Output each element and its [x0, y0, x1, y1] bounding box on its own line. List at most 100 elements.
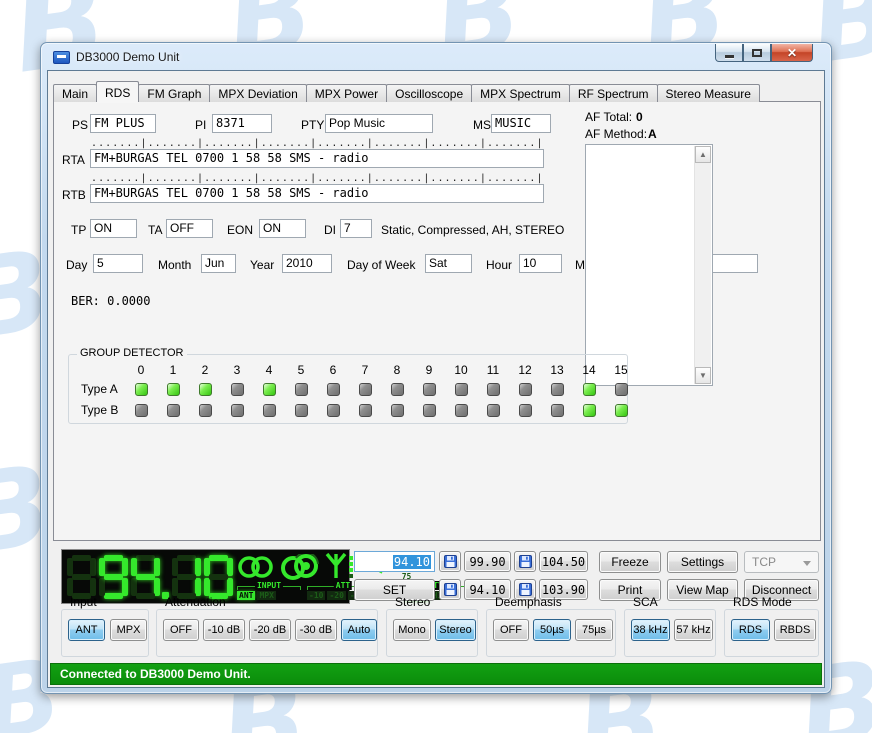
led-typeA-3 — [231, 383, 244, 396]
ms-field[interactable]: MUSIC — [491, 114, 551, 133]
save-preset-1-button[interactable] — [439, 551, 461, 572]
scroll-up-icon[interactable]: ▲ — [695, 146, 711, 163]
gd-row-label: Type A — [75, 379, 125, 400]
deemph-off-button[interactable]: OFF — [493, 619, 529, 641]
led-typeB-5 — [295, 404, 308, 417]
day-field[interactable]: 5 — [93, 254, 143, 273]
af-total-label: AF Total: — [585, 110, 632, 124]
att-10db-button[interactable]: -10 dB — [203, 619, 245, 641]
deemph-75us-button[interactable]: 75µs — [575, 619, 613, 641]
ant-button[interactable]: ANT — [68, 619, 105, 641]
led-typeA-8 — [391, 383, 404, 396]
att-30db-button[interactable]: -30 dB — [295, 619, 337, 641]
rbds-button[interactable]: RBDS — [774, 619, 816, 641]
att-auto-button[interactable]: Auto — [341, 619, 377, 641]
rta-label: RTA — [62, 153, 85, 167]
deemph-50us-button[interactable]: 50µs — [533, 619, 571, 641]
tab-rf-spectrum[interactable]: RF Spectrum — [569, 84, 658, 102]
gd-column-header: 14 — [573, 363, 605, 379]
pty-field[interactable]: Pop Music — [325, 114, 433, 133]
connection-type-select[interactable]: TCP — [744, 551, 819, 573]
stereo-button[interactable]: Stereo — [435, 619, 476, 641]
attenuation-group-label: Attenuation — [163, 595, 228, 609]
frequency-value: 94.10 — [393, 555, 431, 569]
lcd-input-option-mpx: MPX — [257, 591, 275, 600]
hour-field[interactable]: 10 — [519, 254, 562, 273]
att-off-button[interactable]: OFF — [163, 619, 199, 641]
save-preset-2-button[interactable] — [514, 551, 536, 572]
titlebar[interactable]: DB3000 Demo Unit ✕ — [41, 43, 831, 71]
rds-tab-page: PS FM PLUS PI 8371 PTY Pop Music MS MUSI… — [53, 101, 821, 541]
group-detector-title: GROUP DETECTOR — [77, 347, 187, 359]
tab-stereo-measure[interactable]: Stereo Measure — [657, 84, 760, 102]
rta-field[interactable]: FM+BURGAS TEL 0700 1 58 58 SMS - radio — [90, 149, 544, 168]
close-button[interactable]: ✕ — [771, 44, 813, 62]
month-label: Month — [158, 258, 191, 272]
year-label: Year — [250, 258, 274, 272]
lcd-frequency-digits — [66, 554, 235, 600]
tab-oscilloscope[interactable]: Oscilloscope — [386, 84, 472, 102]
rtb-label: RTB — [62, 188, 86, 202]
led-typeA-12 — [519, 383, 532, 396]
att-20db-button[interactable]: -20 dB — [249, 619, 291, 641]
scroll-down-icon[interactable]: ▼ — [695, 367, 711, 384]
led-typeA-1 — [167, 383, 180, 396]
led-typeB-8 — [391, 404, 404, 417]
gd-column-header: 3 — [221, 363, 253, 379]
minimize-button[interactable] — [715, 44, 743, 62]
client-area: Main RDS FM Graph MPX Deviation MPX Powe… — [47, 70, 825, 688]
chevron-down-icon — [803, 561, 811, 566]
frequency-input[interactable]: 94.10 — [354, 551, 435, 572]
ber-value: BER: 0.0000 — [71, 294, 150, 308]
month-field[interactable]: Jun — [201, 254, 236, 273]
tab-mpx-deviation[interactable]: MPX Deviation — [209, 84, 306, 102]
mono-button[interactable]: Mono — [393, 619, 431, 641]
di-field[interactable]: 7 — [340, 219, 372, 238]
af-list-scrollbar[interactable]: ▲ ▼ — [694, 146, 711, 384]
maximize-button[interactable] — [743, 44, 771, 62]
sca-38khz-button[interactable]: 38 kHz — [631, 619, 670, 641]
rds-mode-group: RDS Mode RDS RBDS — [724, 609, 819, 657]
settings-button[interactable]: Settings — [667, 551, 738, 573]
tab-rds[interactable]: RDS — [96, 81, 139, 102]
eon-field[interactable]: ON — [259, 219, 306, 238]
rds-button[interactable]: RDS — [731, 619, 770, 641]
led-typeB-3 — [231, 404, 244, 417]
af-total-value: 0 — [636, 110, 643, 124]
preset-1-button[interactable]: 99.90 — [464, 551, 511, 572]
day-label: Day — [66, 258, 87, 272]
led-typeB-2 — [199, 404, 212, 417]
gd-column-header: 9 — [413, 363, 445, 379]
view-map-button[interactable]: View Map — [667, 579, 738, 601]
app-window: DB3000 Demo Unit ✕ Main RDS FM Graph MPX… — [40, 42, 832, 694]
tab-mpx-spectrum[interactable]: MPX Spectrum — [471, 84, 570, 102]
led-typeB-0 — [135, 404, 148, 417]
tab-fm-graph[interactable]: FM Graph — [138, 84, 210, 102]
ps-field[interactable]: FM PLUS — [90, 114, 156, 133]
app-icon — [53, 51, 70, 64]
sca-group-label: SCA — [631, 595, 660, 609]
year-field[interactable]: 2010 — [282, 254, 332, 273]
save-preset-3-button[interactable] — [439, 579, 461, 600]
ta-field[interactable]: OFF — [166, 219, 213, 238]
gd-column-header: 10 — [445, 363, 477, 379]
led-typeB-12 — [519, 404, 532, 417]
dow-field[interactable]: Sat — [425, 254, 472, 273]
preset-2-button[interactable]: 104.50 — [539, 551, 588, 572]
group-detector-grid: 0123456789101112131415Type AType B — [75, 363, 637, 421]
af-list[interactable]: ▲ ▼ — [585, 144, 713, 386]
rtb-field[interactable]: FM+BURGAS TEL 0700 1 58 58 SMS - radio — [90, 184, 544, 203]
tab-main[interactable]: Main — [53, 84, 97, 102]
tab-strip: Main RDS FM Graph MPX Deviation MPX Powe… — [53, 81, 759, 102]
lcd-digit — [204, 555, 233, 599]
pi-label: PI — [195, 118, 206, 132]
pi-field[interactable]: 8371 — [212, 114, 272, 133]
mpx-button[interactable]: MPX — [110, 619, 147, 641]
lcd-digit — [172, 555, 201, 599]
tp-field[interactable]: ON — [90, 219, 137, 238]
freeze-button[interactable]: Freeze — [599, 551, 661, 573]
tab-mpx-power[interactable]: MPX Power — [306, 84, 387, 102]
floppy-icon — [444, 555, 457, 568]
lcd-att-option--10: -10 — [307, 591, 325, 600]
sca-57khz-button[interactable]: 57 kHz — [674, 619, 713, 641]
